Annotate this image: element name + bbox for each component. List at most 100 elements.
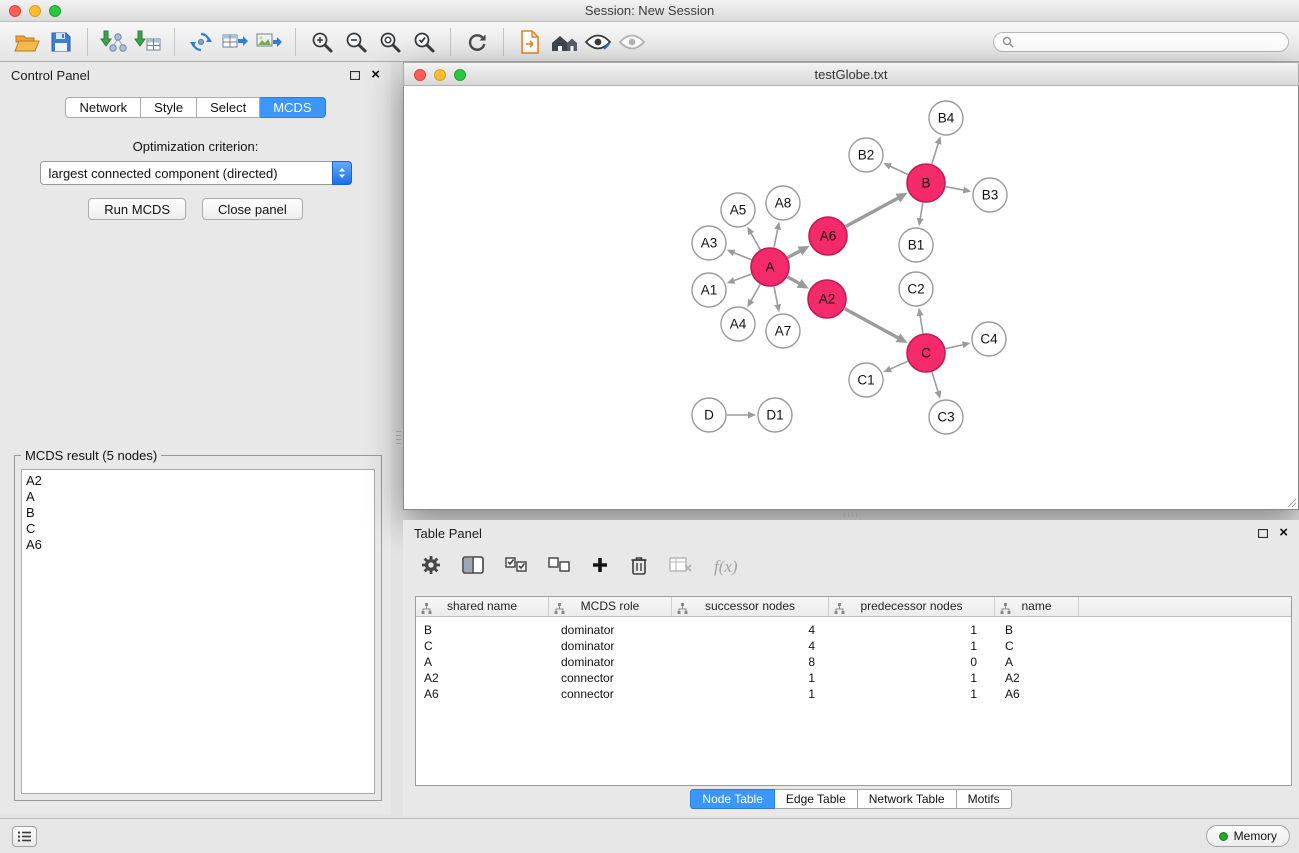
graph-node-C1[interactable]: C1 bbox=[849, 363, 883, 397]
column-header-successor-nodes[interactable]: successor nodes bbox=[672, 597, 829, 616]
graph-node-A4[interactable]: A4 bbox=[721, 307, 755, 341]
float-panel-icon[interactable] bbox=[1258, 526, 1268, 541]
close-view-button[interactable] bbox=[414, 69, 426, 81]
column-header-predecessor-nodes[interactable]: predecessor nodes bbox=[829, 597, 995, 616]
graph-edge-A-A2[interactable] bbox=[787, 277, 800, 284]
export-table-button[interactable] bbox=[218, 25, 252, 59]
graph-node-B2[interactable]: B2 bbox=[849, 138, 883, 172]
zoom-view-button[interactable] bbox=[454, 69, 466, 81]
home-button[interactable] bbox=[547, 25, 581, 59]
column-header-shared-name[interactable]: shared name bbox=[416, 597, 549, 616]
graph-edge-A-A1[interactable] bbox=[733, 274, 751, 281]
delete-table-button[interactable] bbox=[669, 556, 693, 579]
delete-row-button[interactable] bbox=[630, 555, 648, 580]
tab-network[interactable]: Network bbox=[65, 97, 141, 118]
graph-node-C2[interactable]: C2 bbox=[899, 272, 933, 306]
add-row-button[interactable] bbox=[591, 556, 609, 579]
zoom-in-button[interactable] bbox=[305, 25, 339, 59]
graph-node-C[interactable]: C bbox=[907, 334, 945, 372]
close-panel-icon[interactable]: × bbox=[371, 69, 380, 81]
graph-node-D[interactable]: D bbox=[692, 398, 726, 432]
import-table-button[interactable] bbox=[131, 25, 165, 59]
graph-edge-B-B2[interactable] bbox=[890, 166, 908, 175]
graph-node-A7[interactable]: A7 bbox=[766, 314, 800, 348]
minimize-window-button[interactable] bbox=[29, 5, 41, 17]
graph-edge-A-A6[interactable] bbox=[788, 251, 801, 258]
import-network-button[interactable] bbox=[97, 25, 131, 59]
graph-edge-A-A4[interactable] bbox=[751, 284, 761, 301]
mcds-result-item[interactable]: A6 bbox=[26, 537, 374, 553]
save-session-button[interactable] bbox=[44, 25, 78, 59]
mcds-result-item[interactable]: A bbox=[26, 489, 374, 505]
refresh-view-button[interactable] bbox=[460, 25, 494, 59]
graph-node-B[interactable]: B bbox=[907, 164, 945, 202]
graph-edge-B-B3[interactable] bbox=[946, 187, 965, 191]
graph-node-A2[interactable]: A2 bbox=[808, 280, 846, 318]
memory-button[interactable]: Memory bbox=[1206, 825, 1290, 847]
deselect-all-button[interactable] bbox=[548, 557, 570, 578]
graph-node-B1[interactable]: B1 bbox=[899, 228, 933, 262]
zoom-fit-button[interactable] bbox=[373, 25, 407, 59]
open-session-button[interactable] bbox=[10, 25, 44, 59]
graph-edge-A2-C[interactable] bbox=[845, 309, 899, 339]
column-header-name[interactable]: name bbox=[995, 597, 1079, 616]
graph-node-A3[interactable]: A3 bbox=[692, 226, 726, 260]
export-image-button[interactable] bbox=[252, 25, 286, 59]
function-builder-button[interactable]: f(x) bbox=[714, 557, 738, 577]
mcds-result-item[interactable]: B bbox=[26, 505, 374, 521]
optimization-dropdown[interactable]: largest connected component (directed) bbox=[40, 161, 352, 185]
close-panel-button[interactable]: Close panel bbox=[202, 198, 303, 220]
run-mcds-button[interactable]: Run MCDS bbox=[88, 198, 186, 220]
graph-node-A1[interactable]: A1 bbox=[692, 273, 726, 307]
graph-node-C4[interactable]: C4 bbox=[972, 322, 1006, 356]
search-input[interactable] bbox=[1019, 35, 1280, 49]
tab-motifs[interactable]: Motifs bbox=[957, 789, 1012, 809]
resize-corner-icon[interactable] bbox=[1285, 496, 1297, 508]
minimize-view-button[interactable] bbox=[434, 69, 446, 81]
graph-node-B3[interactable]: B3 bbox=[973, 178, 1007, 212]
mcds-result-item[interactable]: A2 bbox=[26, 473, 374, 489]
graph-edge-A-A8[interactable] bbox=[774, 229, 778, 248]
graph-edge-B-B4[interactable] bbox=[932, 143, 939, 164]
panel-splitter-handle[interactable] bbox=[844, 512, 858, 517]
graph-edge-A-A7[interactable] bbox=[774, 287, 778, 306]
network-canvas[interactable]: B4 B2 B B3 A8 A5 A6 A3 B1 A A1 C2 A2 A4 A7 C4 C C1 C3 D D1 bbox=[403, 86, 1299, 510]
graph-node-D1[interactable]: D1 bbox=[758, 398, 792, 432]
table-settings-button[interactable] bbox=[421, 555, 441, 580]
tab-network-table[interactable]: Network Table bbox=[858, 789, 957, 809]
annotation-visibility-button[interactable] bbox=[581, 25, 615, 59]
graph-edge-C-C4[interactable] bbox=[946, 345, 964, 349]
tab-style[interactable]: Style bbox=[141, 97, 197, 118]
tab-select[interactable]: Select bbox=[197, 97, 260, 118]
zoom-window-button[interactable] bbox=[49, 5, 61, 17]
column-header-MCDS-role[interactable]: MCDS role bbox=[549, 597, 672, 616]
graph-node-B4[interactable]: B4 bbox=[929, 101, 963, 135]
show-columns-button[interactable] bbox=[462, 556, 484, 579]
graph-node-C3[interactable]: C3 bbox=[929, 400, 963, 434]
graph-edge-C-C3[interactable] bbox=[932, 372, 938, 392]
select-all-button[interactable] bbox=[505, 557, 527, 578]
graph-edge-A-A3[interactable] bbox=[733, 253, 751, 260]
table-row-A2[interactable]: A2connector11A2 bbox=[416, 670, 1291, 686]
show-view-button[interactable] bbox=[615, 25, 649, 59]
tab-edge-table[interactable]: Edge Table bbox=[775, 789, 858, 809]
graph-node-A8[interactable]: A8 bbox=[766, 186, 800, 220]
table-row-C[interactable]: Cdominator41C bbox=[416, 638, 1291, 654]
zoom-selected-button[interactable] bbox=[407, 25, 441, 59]
table-row-B[interactable]: Bdominator41B bbox=[416, 622, 1291, 638]
new-network-from-selection-button[interactable] bbox=[184, 25, 218, 59]
tab-node-table[interactable]: Node Table bbox=[690, 789, 775, 809]
graph-node-A6[interactable]: A6 bbox=[809, 217, 847, 255]
close-panel-icon[interactable]: × bbox=[1279, 527, 1288, 539]
table-row-A[interactable]: Adominator80A bbox=[416, 654, 1291, 670]
zoom-out-button[interactable] bbox=[339, 25, 373, 59]
graph-node-A5[interactable]: A5 bbox=[721, 193, 755, 227]
graph-edge-A-A5[interactable] bbox=[751, 233, 761, 250]
graph-node-A[interactable]: A bbox=[751, 248, 789, 286]
close-window-button[interactable] bbox=[9, 5, 21, 17]
mcds-result-item[interactable]: C bbox=[26, 521, 374, 537]
float-panel-icon[interactable] bbox=[350, 68, 360, 83]
panel-splitter-handle[interactable] bbox=[396, 430, 401, 444]
graph-edge-C-C1[interactable] bbox=[890, 361, 908, 369]
graph-edge-B-B1[interactable] bbox=[920, 203, 923, 220]
